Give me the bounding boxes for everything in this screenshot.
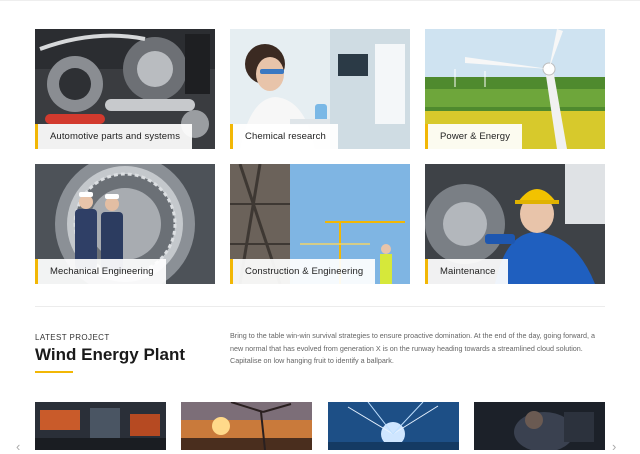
project-image bbox=[328, 402, 459, 450]
service-tile-maintenance[interactable]: Maintenance bbox=[425, 164, 605, 284]
project-thumbnail-wind-sunset[interactable] bbox=[181, 402, 312, 450]
project-image bbox=[35, 402, 166, 450]
project-thumbnail-control-room[interactable] bbox=[35, 402, 166, 450]
service-tile-power[interactable]: Power & Energy bbox=[425, 29, 605, 149]
project-title: Wind Energy Plant bbox=[35, 345, 186, 364]
service-label: Automotive parts and systems bbox=[35, 124, 193, 149]
service-tile-mechanical[interactable]: Mechanical Engineering bbox=[35, 164, 215, 284]
carousel-next-button[interactable]: › bbox=[612, 440, 616, 453]
project-kicker: LATEST PROJECT bbox=[35, 333, 110, 342]
service-tile-chemical[interactable]: Chemical research bbox=[230, 29, 410, 149]
project-description: Bring to the table win-win survival stra… bbox=[230, 331, 596, 365]
service-label: Chemical research bbox=[230, 124, 338, 149]
service-label: Power & Energy bbox=[425, 124, 523, 149]
title-accent-bar bbox=[35, 371, 73, 373]
project-thumbnail-welding[interactable] bbox=[328, 402, 459, 450]
header-divider bbox=[0, 0, 640, 1]
project-image bbox=[181, 402, 312, 450]
service-label: Maintenance bbox=[425, 259, 508, 284]
service-tile-automotive[interactable]: Automotive parts and systems bbox=[35, 29, 215, 149]
project-image bbox=[474, 402, 605, 450]
service-label: Mechanical Engineering bbox=[35, 259, 166, 284]
carousel-prev-button[interactable]: ‹ bbox=[16, 440, 20, 453]
services-grid: Automotive parts and systems Chemical re… bbox=[35, 29, 605, 285]
project-thumbnail-worker[interactable] bbox=[474, 402, 605, 450]
service-label: Construction & Engineering bbox=[230, 259, 376, 284]
service-tile-construction[interactable]: Construction & Engineering bbox=[230, 164, 410, 284]
section-divider bbox=[35, 306, 605, 307]
